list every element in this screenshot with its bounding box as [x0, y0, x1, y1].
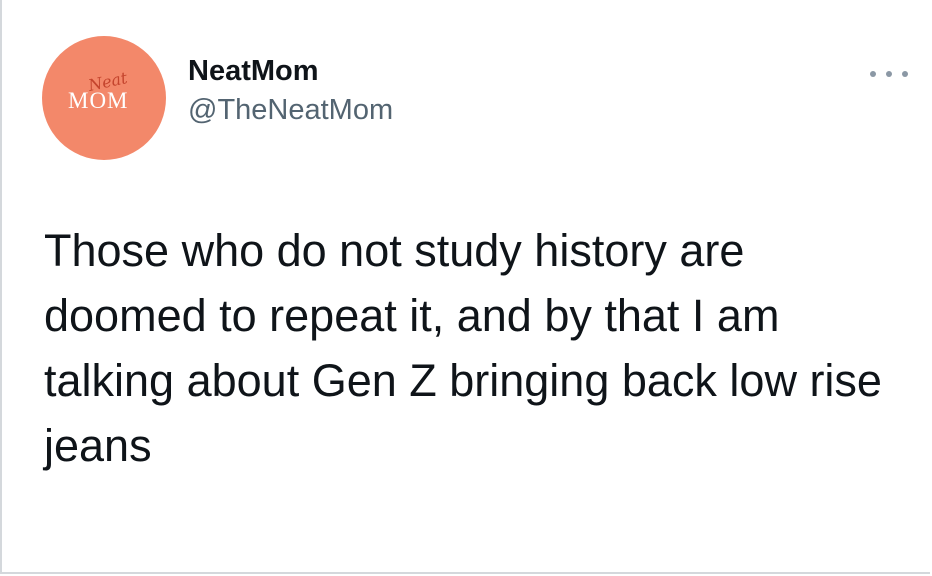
- more-horizontal-icon[interactable]: [870, 64, 908, 84]
- avatar[interactable]: Neat MOM: [42, 36, 166, 160]
- more-dot: [886, 71, 892, 77]
- avatar-logo-main: MOM: [68, 88, 129, 113]
- author-handle[interactable]: @TheNeatMom: [188, 90, 393, 130]
- more-dot: [902, 71, 908, 77]
- author-identity: NeatMom @TheNeatMom: [188, 52, 393, 130]
- tweet-text: Those who do not study history are doome…: [44, 225, 882, 471]
- tweet-card: Neat MOM NeatMom @TheNeatMom Those who d…: [0, 0, 930, 574]
- tweet-header: Neat MOM NeatMom @TheNeatMom: [42, 36, 393, 160]
- more-dot: [870, 71, 876, 77]
- author-display-name[interactable]: NeatMom: [188, 52, 393, 90]
